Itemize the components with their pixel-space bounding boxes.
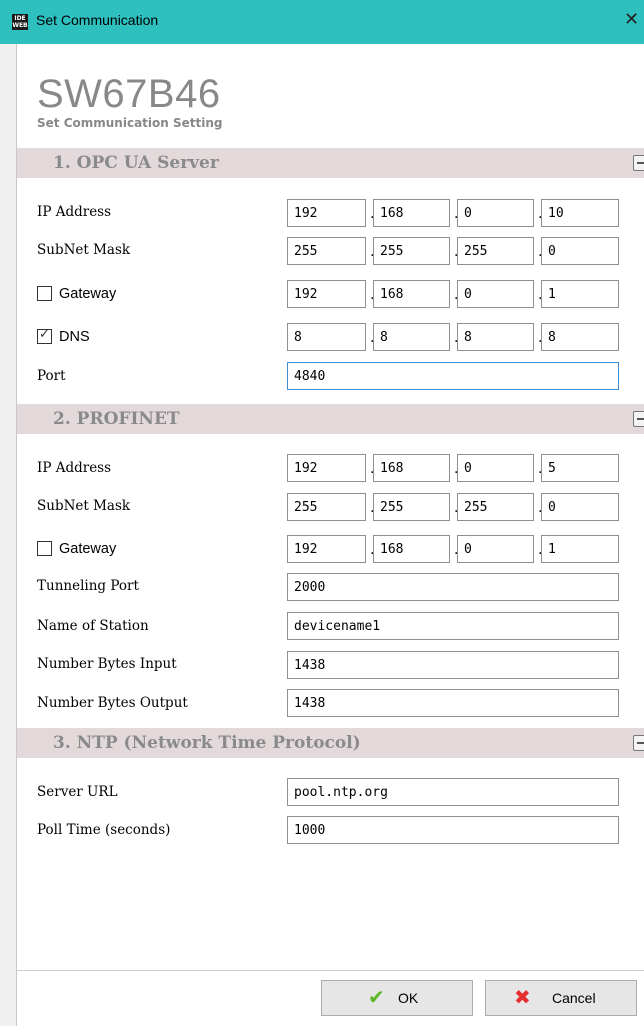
checkmark-icon: ✔ xyxy=(368,987,385,1009)
ip-address-label: IP Address xyxy=(37,460,112,476)
collapse-icon[interactable] xyxy=(633,411,644,427)
collapse-icon[interactable] xyxy=(633,735,644,751)
cancel-button-label: Cancel xyxy=(552,990,596,1006)
mask-octet-1[interactable]: 255 xyxy=(287,237,366,265)
gateway-checkbox[interactable] xyxy=(37,541,52,556)
gateway-octet-1[interactable]: 192 xyxy=(287,535,366,563)
port-label: Port xyxy=(37,368,66,384)
gateway-checkbox[interactable] xyxy=(37,286,52,301)
server-url-label: Server URL xyxy=(37,784,118,800)
ok-button[interactable]: ✔ OK xyxy=(321,980,473,1016)
tunneling-port-label: Tunneling Port xyxy=(37,578,139,594)
ip-octet-1[interactable]: 192 xyxy=(287,199,366,227)
ip-octet-2[interactable]: 168 xyxy=(373,454,450,482)
close-icon[interactable]: ✕ xyxy=(624,8,644,32)
ip-address-label: IP Address xyxy=(37,204,112,220)
dialog-body: SW67B46 Set Communication Setting 1. OPC… xyxy=(16,44,644,1026)
mask-octet-1[interactable]: 255 xyxy=(287,493,366,521)
collapse-icon[interactable] xyxy=(633,155,644,171)
mask-octet-2[interactable]: 255 xyxy=(373,493,450,521)
subnet-mask-label: SubNet Mask xyxy=(37,498,131,514)
dns-label: DNS xyxy=(59,329,90,345)
station-name-label: Name of Station xyxy=(37,618,149,634)
dns-checkbox[interactable] xyxy=(37,327,52,344)
section-title: 1. OPC UA Server xyxy=(53,153,219,173)
gateway-octet-4[interactable]: 1 xyxy=(541,535,619,563)
ip-octet-3[interactable]: 0 xyxy=(457,454,534,482)
gateway-octet-2[interactable]: 168 xyxy=(373,280,450,308)
header: SW67B46 Set Communication Setting xyxy=(17,44,644,146)
section-title: 2. PROFINET xyxy=(53,409,180,429)
mask-octet-4[interactable]: 0 xyxy=(541,493,619,521)
title-bar: IDE WEB Set Communication ✕ xyxy=(0,0,644,44)
server-url-input[interactable]: pool.ntp.org xyxy=(287,778,619,806)
page-subtitle: Set Communication Setting xyxy=(37,116,223,130)
gateway-octet-1[interactable]: 192 xyxy=(287,280,366,308)
subnet-mask-label: SubNet Mask xyxy=(37,242,131,258)
gateway-octet-3[interactable]: 0 xyxy=(457,535,534,563)
poll-time-label: Poll Time (seconds) xyxy=(37,822,171,838)
dns-octet-1[interactable]: 8 xyxy=(287,323,366,351)
mask-octet-3[interactable]: 255 xyxy=(457,493,534,521)
port-input[interactable]: 4840 xyxy=(287,362,619,390)
bytes-output-input[interactable]: 1438 xyxy=(287,689,619,717)
dns-octet-4[interactable]: 8 xyxy=(541,323,619,351)
bytes-input-input[interactable]: 1438 xyxy=(287,651,619,679)
app-icon: IDE WEB xyxy=(12,14,28,30)
section-header-ntp: 3. NTP (Network Time Protocol) xyxy=(17,728,644,758)
poll-time-input[interactable]: 1000 xyxy=(287,816,619,844)
ip-octet-4[interactable]: 5 xyxy=(541,454,619,482)
cancel-button[interactable]: ✖ Cancel xyxy=(485,980,637,1016)
bytes-input-label: Number Bytes Input xyxy=(37,656,177,672)
tunneling-port-input[interactable]: 2000 xyxy=(287,573,619,601)
mask-octet-3[interactable]: 255 xyxy=(457,237,534,265)
dns-octet-2[interactable]: 8 xyxy=(373,323,450,351)
window-title: Set Communication xyxy=(36,12,159,28)
product-code: SW67B46 xyxy=(37,72,221,116)
gateway-octet-2[interactable]: 168 xyxy=(373,535,450,563)
mask-octet-2[interactable]: 255 xyxy=(373,237,450,265)
section-header-opcua: 1. OPC UA Server xyxy=(17,148,644,178)
cancel-x-icon: ✖ xyxy=(514,987,531,1009)
footer-divider xyxy=(17,970,644,971)
gateway-label: Gateway xyxy=(59,286,117,302)
gateway-octet-3[interactable]: 0 xyxy=(457,280,534,308)
ip-octet-1[interactable]: 192 xyxy=(287,454,366,482)
mask-octet-4[interactable]: 0 xyxy=(541,237,619,265)
gateway-octet-4[interactable]: 1 xyxy=(541,280,619,308)
ip-octet-2[interactable]: 168 xyxy=(373,199,450,227)
section-header-profinet: 2. PROFINET xyxy=(17,404,644,434)
gateway-label: Gateway xyxy=(59,541,117,557)
station-name-input[interactable]: devicename1 xyxy=(287,612,619,640)
ok-button-label: OK xyxy=(398,990,419,1006)
dns-octet-3[interactable]: 8 xyxy=(457,323,534,351)
ip-octet-3[interactable]: 0 xyxy=(457,199,534,227)
ip-octet-4[interactable]: 10 xyxy=(541,199,619,227)
bytes-output-label: Number Bytes Output xyxy=(37,695,188,711)
section-title: 3. NTP (Network Time Protocol) xyxy=(53,733,361,753)
